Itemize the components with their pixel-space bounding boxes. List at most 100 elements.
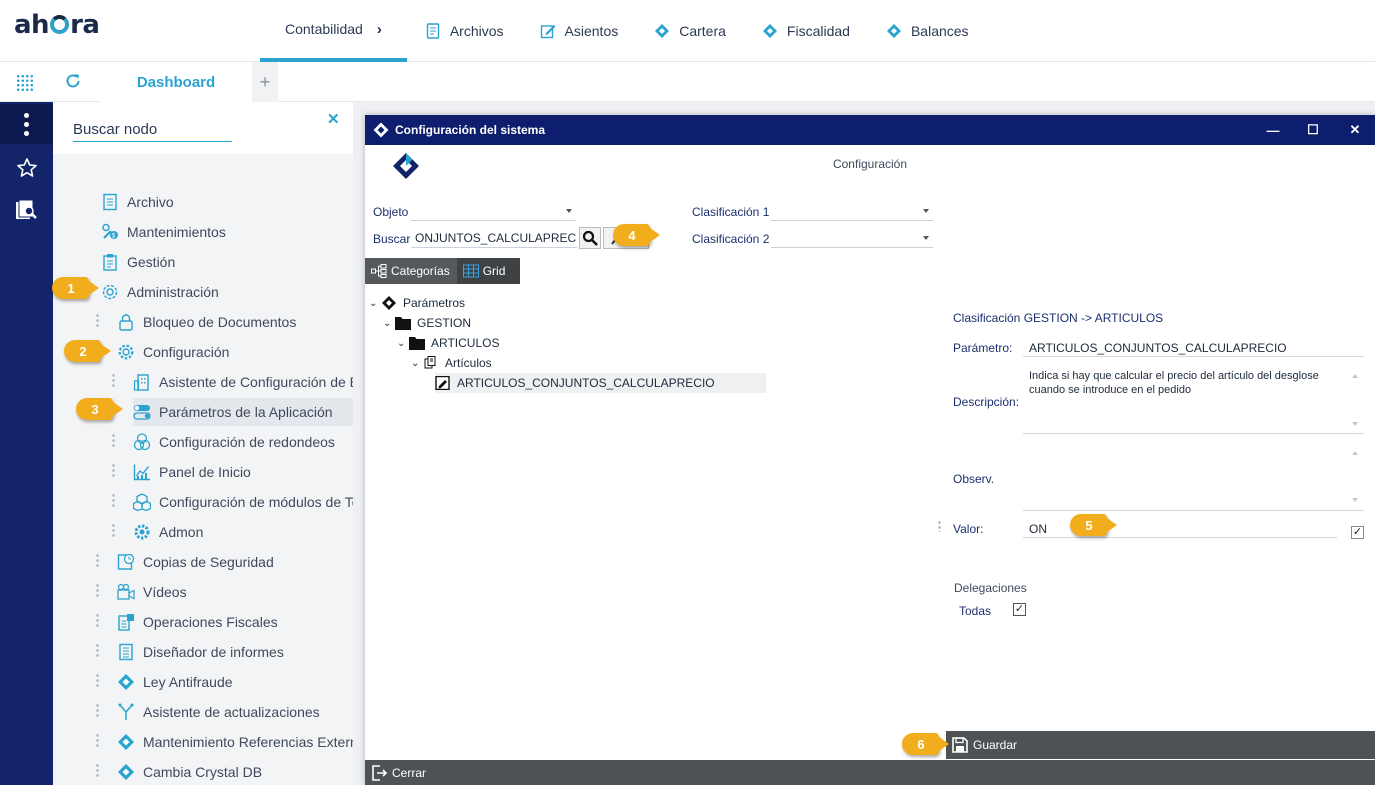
tree-guide <box>96 763 99 777</box>
scroll-down-icon[interactable] <box>1352 498 1358 502</box>
sidebar-item-copias-seguridad[interactable]: Copias de Seguridad <box>117 548 274 576</box>
rail-favorites-button[interactable] <box>0 148 53 188</box>
tree-node-gestion[interactable]: ⌄ GESTION <box>383 313 471 333</box>
exit-icon <box>372 764 387 781</box>
clasificacion1-label: Clasificación 1 <box>692 205 770 219</box>
nav-contabilidad[interactable]: Contabilidad › <box>260 0 407 62</box>
clasificacion1-select[interactable] <box>771 201 933 221</box>
tools-icon: $ <box>102 223 118 240</box>
nav-balances[interactable]: Balances <box>868 0 987 62</box>
ahora-logo[interactable]: ah ra <box>14 10 100 40</box>
sidebar-item-mantenimiento-referencias[interactable]: Mantenimiento Referencias Externa <box>117 728 353 756</box>
rail-menu-button[interactable] <box>0 104 53 144</box>
sidebar-item-disenador-informes[interactable]: Diseñador de informes <box>117 638 284 666</box>
buscar-input[interactable]: ONJUNTOS_CALCULAPRECIO <box>411 228 577 248</box>
ahora-diamond-icon <box>118 764 134 780</box>
tab-categorias[interactable]: Categorías <box>365 258 457 284</box>
close-dialog-button[interactable]: Cerrar <box>365 760 1375 785</box>
sidebar-item-gestion[interactable]: Gestión <box>101 248 175 276</box>
sidebar-item-configuracion-redondeos[interactable]: Configuración de redondeos <box>133 428 335 456</box>
objeto-label: Objeto <box>373 205 409 219</box>
apps-grid-icon[interactable] <box>16 74 34 92</box>
search-node-input[interactable] <box>73 118 232 142</box>
nav-archivos[interactable]: Archivos <box>407 0 522 62</box>
tree-guide <box>96 583 99 597</box>
valor-checkbox[interactable]: ✓ <box>1351 526 1364 539</box>
callout-3: 3 <box>76 398 123 420</box>
nav-asientos[interactable]: Asientos <box>522 0 637 62</box>
parameter-doc-icon <box>435 376 450 390</box>
ahora-diamond-icon <box>118 734 134 750</box>
minimize-button[interactable]: — <box>1253 115 1293 145</box>
sidebar-item-ley-antifraude[interactable]: Ley Antifraude <box>117 668 233 696</box>
tab-bar: Dashboard + <box>0 62 1375 102</box>
coins-icon <box>133 433 151 451</box>
nav-fiscalidad[interactable]: Fiscalidad <box>744 0 868 62</box>
save-icon <box>952 737 968 753</box>
sidebar-item-archivo[interactable]: Archivo <box>101 188 174 216</box>
parametro-value[interactable]: ARTICULOS_CONJUNTOS_CALCULAPRECIO <box>1029 341 1287 355</box>
scroll-up-icon[interactable] <box>1352 451 1358 455</box>
refresh-icon[interactable] <box>64 72 82 90</box>
sidebar-item-configuracion-modulos[interactable]: Configuración de módulos de Tec <box>133 488 353 516</box>
chevron-down-icon[interactable]: ⌄ <box>369 298 379 309</box>
sidebar-item-configuracion[interactable]: Configuración <box>117 338 229 366</box>
chevron-down-icon[interactable]: ⌄ <box>411 358 421 369</box>
document-icon <box>103 193 117 211</box>
add-tab-button[interactable]: + <box>252 62 278 102</box>
sidebar-item-panel-inicio[interactable]: Panel de Inicio <box>133 458 251 486</box>
grid-icon <box>462 264 479 278</box>
close-icon[interactable]: ✕ <box>327 110 340 128</box>
rail-search-docs-button[interactable] <box>0 190 53 230</box>
drag-handle[interactable] <box>938 520 941 532</box>
tree-node-articulos-folder[interactable]: ⌄ ARTICULOS <box>397 333 499 353</box>
dialog-title-bar[interactable]: Configuración del sistema — ☐ ✕ <box>365 115 1375 145</box>
todas-checkbox[interactable]: ✓ <box>1013 603 1026 616</box>
descripcion-textarea[interactable]: Indica si hay que calcular el precio del… <box>1029 369 1337 397</box>
main-nav: Contabilidad › Archivos Asientos Cartera… <box>260 0 987 62</box>
sidebar-item-asistente-configuracion[interactable]: Asistente de Configuración de Em <box>133 368 353 396</box>
tab-dashboard[interactable]: Dashboard <box>100 62 252 102</box>
scroll-down-icon[interactable] <box>1352 422 1358 426</box>
valor-input[interactable]: ON <box>1029 522 1047 536</box>
tree-guide <box>96 313 99 327</box>
ahora-logo-icon <box>393 153 419 179</box>
sidebar-item-videos[interactable]: Vídeos <box>117 578 187 606</box>
cubes-icon <box>133 493 151 511</box>
chevron-down-icon[interactable]: ⌄ <box>383 318 393 329</box>
scroll-up-icon[interactable] <box>1352 374 1358 378</box>
sidebar-item-operaciones-fiscales[interactable]: Operaciones Fiscales <box>117 608 278 636</box>
objeto-select[interactable] <box>411 201 576 221</box>
sidebar-item-mantenimientos[interactable]: $ Mantenimientos <box>101 218 226 246</box>
nav-cartera[interactable]: Cartera <box>636 0 744 62</box>
sidebar-item-bloqueo-documentos[interactable]: Bloqueo de Documentos <box>117 308 296 336</box>
tree-node-parametros[interactable]: ⌄ Parámetros <box>369 293 465 313</box>
observ-label: Observ. <box>953 472 995 486</box>
save-button[interactable]: Guardar <box>946 731 1375 759</box>
sidebar-item-admon[interactable]: Admon <box>133 518 203 546</box>
admin-gear-icon <box>102 284 118 300</box>
system-config-dialog: Configuración del sistema — ☐ ✕ Configur… <box>365 115 1375 785</box>
tree-node-articulos[interactable]: ⌄ Artículos <box>411 353 492 373</box>
sidebar-item-cambia-crystal[interactable]: Cambia Crystal DB <box>117 758 262 785</box>
todas-label: Todas <box>959 604 992 618</box>
ahora-diamond-icon <box>118 674 134 690</box>
callout-1: 1 <box>52 277 99 299</box>
close-button[interactable]: ✕ <box>1335 115 1375 145</box>
callout-6: 6 <box>902 733 949 755</box>
sidebar-item-administracion[interactable]: Administración <box>101 278 219 306</box>
tree-guide <box>96 613 99 627</box>
chevron-down-icon[interactable]: ⌄ <box>397 338 407 349</box>
view-tabs: Categorías Grid <box>365 258 520 284</box>
field-underline <box>1023 510 1364 511</box>
maximize-button[interactable]: ☐ <box>1293 115 1333 145</box>
ahora-diamond-icon <box>886 24 901 38</box>
callout-4: 4 <box>613 224 660 246</box>
tab-grid[interactable]: Grid <box>457 258 513 284</box>
sidebar-item-parametros-aplicacion[interactable]: Parámetros de la Aplicación <box>133 398 353 426</box>
clasificacion2-select[interactable] <box>771 228 933 248</box>
tree-node-parameter-leaf[interactable]: ARTICULOS_CONJUNTOS_CALCULAPRECIO <box>435 373 766 393</box>
sidebar-item-asistente-actualizaciones[interactable]: Asistente de actualizaciones <box>117 698 320 726</box>
search-button[interactable] <box>579 227 601 249</box>
clasificacion2-label: Clasificación 2 <box>692 232 770 246</box>
